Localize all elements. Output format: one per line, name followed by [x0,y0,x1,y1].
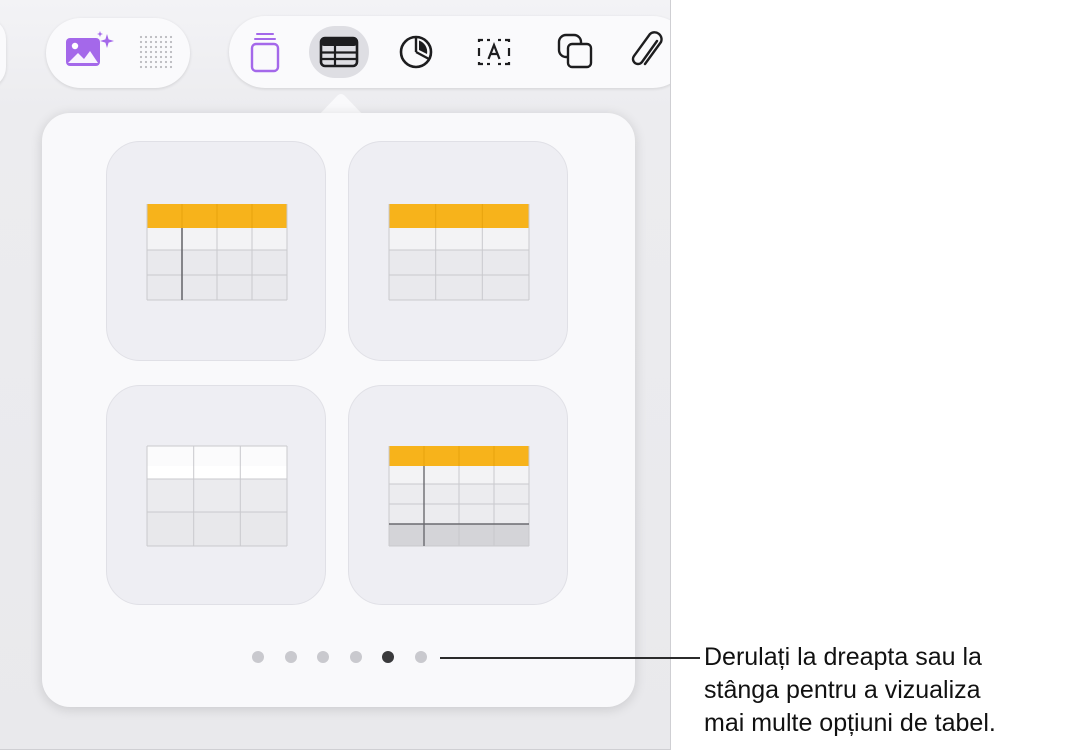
callout-line-1: Derulați la dreapta sau la [704,643,982,671]
text-stack-button[interactable] [244,28,286,76]
table-icon [319,36,359,68]
page-dot-current[interactable] [382,651,394,663]
paperclip-icon [631,31,663,66]
photo-sparkle-icon [66,31,114,66]
page-dot[interactable] [317,651,329,663]
table-button[interactable] [315,30,363,74]
shapes-button[interactable] [552,28,598,74]
table-style-preview [146,445,288,547]
page-dot[interactable] [252,651,264,663]
callout-leader-line [440,657,700,659]
callout-text: Derulați la dreapta sau la stânga pentru… [704,641,1064,740]
drawing-grid-button[interactable] [136,32,176,72]
table-style-header-row[interactable] [348,141,568,361]
attachment-button[interactable] [626,28,670,76]
pie-chart-icon [399,35,433,69]
page-indicator[interactable] [252,651,432,665]
insert-toolbar-group [229,16,670,88]
callout-line-2: stânga pentru a vizualiza [704,676,981,704]
page-dot[interactable] [349,651,362,663]
page-dot[interactable] [284,651,297,663]
stack-rectangle-icon [250,33,280,73]
table-style-preview [388,446,530,547]
table-style-header-footer[interactable] [348,385,568,605]
table-style-header-row-and-column[interactable] [106,141,326,361]
toolbar-edge-pill [0,18,6,88]
app-screen [0,0,671,750]
text-box-button[interactable] [470,30,518,74]
table-style-plain[interactable] [106,385,326,605]
table-style-preview [388,204,530,301]
text-box-icon [477,38,511,66]
page-dot[interactable] [414,651,427,663]
table-style-preview [146,204,288,301]
chart-button[interactable] [394,30,438,74]
dot-grid-icon [139,35,173,69]
overlapping-squares-icon [557,33,593,69]
callout-line-3: mai multe opțiuni de tabel. [704,709,996,737]
media-button[interactable] [62,30,114,76]
